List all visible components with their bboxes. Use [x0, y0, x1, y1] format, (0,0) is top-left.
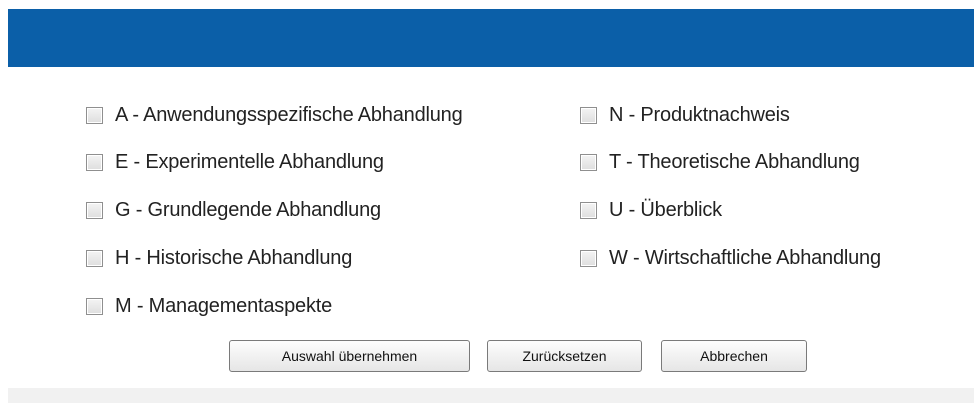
option-e[interactable]: E - Experimentelle Abhandlung — [86, 148, 384, 176]
checkbox-a[interactable] — [86, 106, 103, 124]
option-h[interactable]: H - Historische Abhandlung — [86, 244, 352, 272]
option-e-label: E - Experimentelle Abhandlung — [115, 150, 384, 173]
option-w[interactable]: W - Wirtschaftliche Abhandlung — [580, 244, 881, 272]
checkbox-m[interactable] — [86, 297, 103, 315]
checkbox-h[interactable] — [86, 249, 103, 267]
checkbox-t[interactable] — [580, 153, 597, 171]
option-a-label: A - Anwendungsspezifische Abhandlung — [115, 103, 463, 126]
option-t[interactable]: T - Theoretische Abhandlung — [580, 148, 860, 176]
option-n[interactable]: N - Produktnachweis — [580, 101, 790, 129]
option-g[interactable]: G - Grundlegende Abhandlung — [86, 196, 381, 224]
checkbox-g[interactable] — [86, 201, 103, 219]
option-a[interactable]: A - Anwendungsspezifische Abhandlung — [86, 101, 463, 129]
option-t-label: T - Theoretische Abhandlung — [609, 150, 860, 173]
reset-button[interactable]: Zurücksetzen — [487, 340, 642, 372]
option-u-label: U - Überblick — [609, 198, 722, 221]
footer-bar — [8, 388, 974, 403]
checkbox-n[interactable] — [580, 106, 597, 124]
checkbox-w[interactable] — [580, 249, 597, 267]
option-h-label: H - Historische Abhandlung — [115, 246, 353, 269]
checkbox-u[interactable] — [580, 201, 597, 219]
apply-selection-button[interactable]: Auswahl übernehmen — [229, 340, 470, 372]
option-w-label: W - Wirtschaftliche Abhandlung — [609, 246, 881, 269]
option-u[interactable]: U - Überblick — [580, 196, 722, 224]
checkbox-e[interactable] — [86, 153, 103, 171]
option-g-label: G - Grundlegende Abhandlung — [115, 198, 381, 221]
option-m[interactable]: M - Managementaspekte — [86, 292, 332, 320]
option-m-label: M - Managementaspekte — [115, 294, 333, 317]
filter-dialog: A - Anwendungsspezifische Abhandlung E -… — [0, 0, 974, 403]
option-n-label: N - Produktnachweis — [609, 103, 790, 126]
action-buttons: Auswahl übernehmen Zurücksetzen Abbreche… — [0, 340, 974, 372]
cancel-button[interactable]: Abbrechen — [661, 340, 807, 372]
